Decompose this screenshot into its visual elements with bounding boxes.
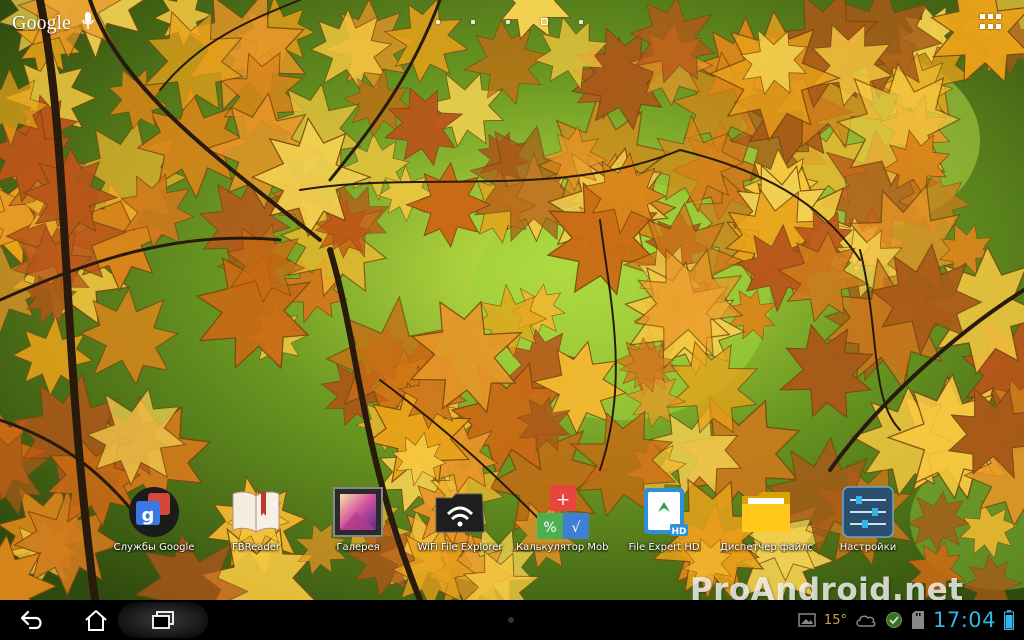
status-area[interactable]: 15° 17:04 bbox=[798, 604, 1014, 636]
app-file-manager[interactable]: Диспетчер файлов bbox=[716, 484, 816, 553]
recent-apps-icon bbox=[152, 611, 174, 629]
file-expert-icon: HD bbox=[636, 484, 692, 540]
book-icon bbox=[228, 484, 284, 540]
app-label: Калькулятор Mobi bbox=[516, 542, 608, 553]
recent-apps-button[interactable] bbox=[118, 602, 208, 638]
page-dot-active bbox=[541, 18, 548, 25]
home-icon bbox=[85, 610, 107, 631]
nav-center-dot bbox=[508, 617, 514, 623]
google-search-bar[interactable]: Google bbox=[12, 8, 95, 38]
sd-card-icon bbox=[911, 611, 924, 629]
google-services-icon: g bbox=[126, 484, 182, 540]
app-label: FBReader bbox=[231, 542, 280, 553]
app-fbreader[interactable]: FBReader bbox=[206, 484, 306, 553]
app-label: WiFi File Explorer bbox=[417, 542, 503, 553]
app-update-icon bbox=[885, 612, 902, 628]
settings-sliders-icon bbox=[840, 484, 896, 540]
page-dot bbox=[506, 19, 510, 24]
app-label: Настройки bbox=[839, 542, 897, 553]
wifi-folder-icon bbox=[432, 484, 488, 540]
home-button[interactable] bbox=[66, 604, 126, 636]
clock: 17:04 bbox=[932, 608, 996, 632]
page-indicator bbox=[436, 18, 583, 25]
svg-text:√: √ bbox=[572, 520, 581, 536]
back-arrow-icon bbox=[20, 610, 42, 630]
app-settings[interactable]: Настройки bbox=[818, 484, 918, 553]
svg-text:+: + bbox=[556, 490, 570, 510]
gallery-icon bbox=[330, 484, 386, 540]
back-button[interactable] bbox=[2, 604, 62, 636]
app-file-expert[interactable]: HD File Expert HD bbox=[614, 484, 714, 553]
app-google-services[interactable]: g Службы Google bbox=[104, 484, 204, 553]
battery-icon bbox=[1004, 610, 1014, 630]
app-wifi-file-explorer[interactable]: WiFi File Explorer bbox=[410, 484, 510, 553]
folder-icon bbox=[738, 484, 794, 540]
app-calculator[interactable]: + % √ Калькулятор Mobi bbox=[512, 484, 612, 553]
microphone-icon[interactable] bbox=[81, 11, 95, 35]
page-dot bbox=[471, 19, 475, 24]
all-apps-grid-icon[interactable] bbox=[980, 14, 1002, 30]
temperature: 15° bbox=[823, 612, 847, 628]
app-label: Службы Google bbox=[113, 542, 195, 553]
page-dot bbox=[579, 19, 583, 24]
app-gallery[interactable]: Галерея bbox=[308, 484, 408, 553]
svg-text:HD: HD bbox=[671, 527, 686, 537]
google-logo: Google bbox=[12, 11, 71, 34]
app-label: Диспетчер файлов bbox=[720, 542, 812, 553]
app-label: Галерея bbox=[336, 542, 380, 553]
cloud-weather-icon bbox=[856, 615, 876, 627]
image-notification-icon bbox=[798, 613, 816, 627]
svg-text:g: g bbox=[142, 505, 155, 526]
page-dot bbox=[436, 19, 440, 24]
svg-text:%: % bbox=[543, 520, 556, 536]
app-label: File Expert HD bbox=[628, 542, 700, 553]
calculator-icon: + % √ bbox=[534, 484, 590, 540]
